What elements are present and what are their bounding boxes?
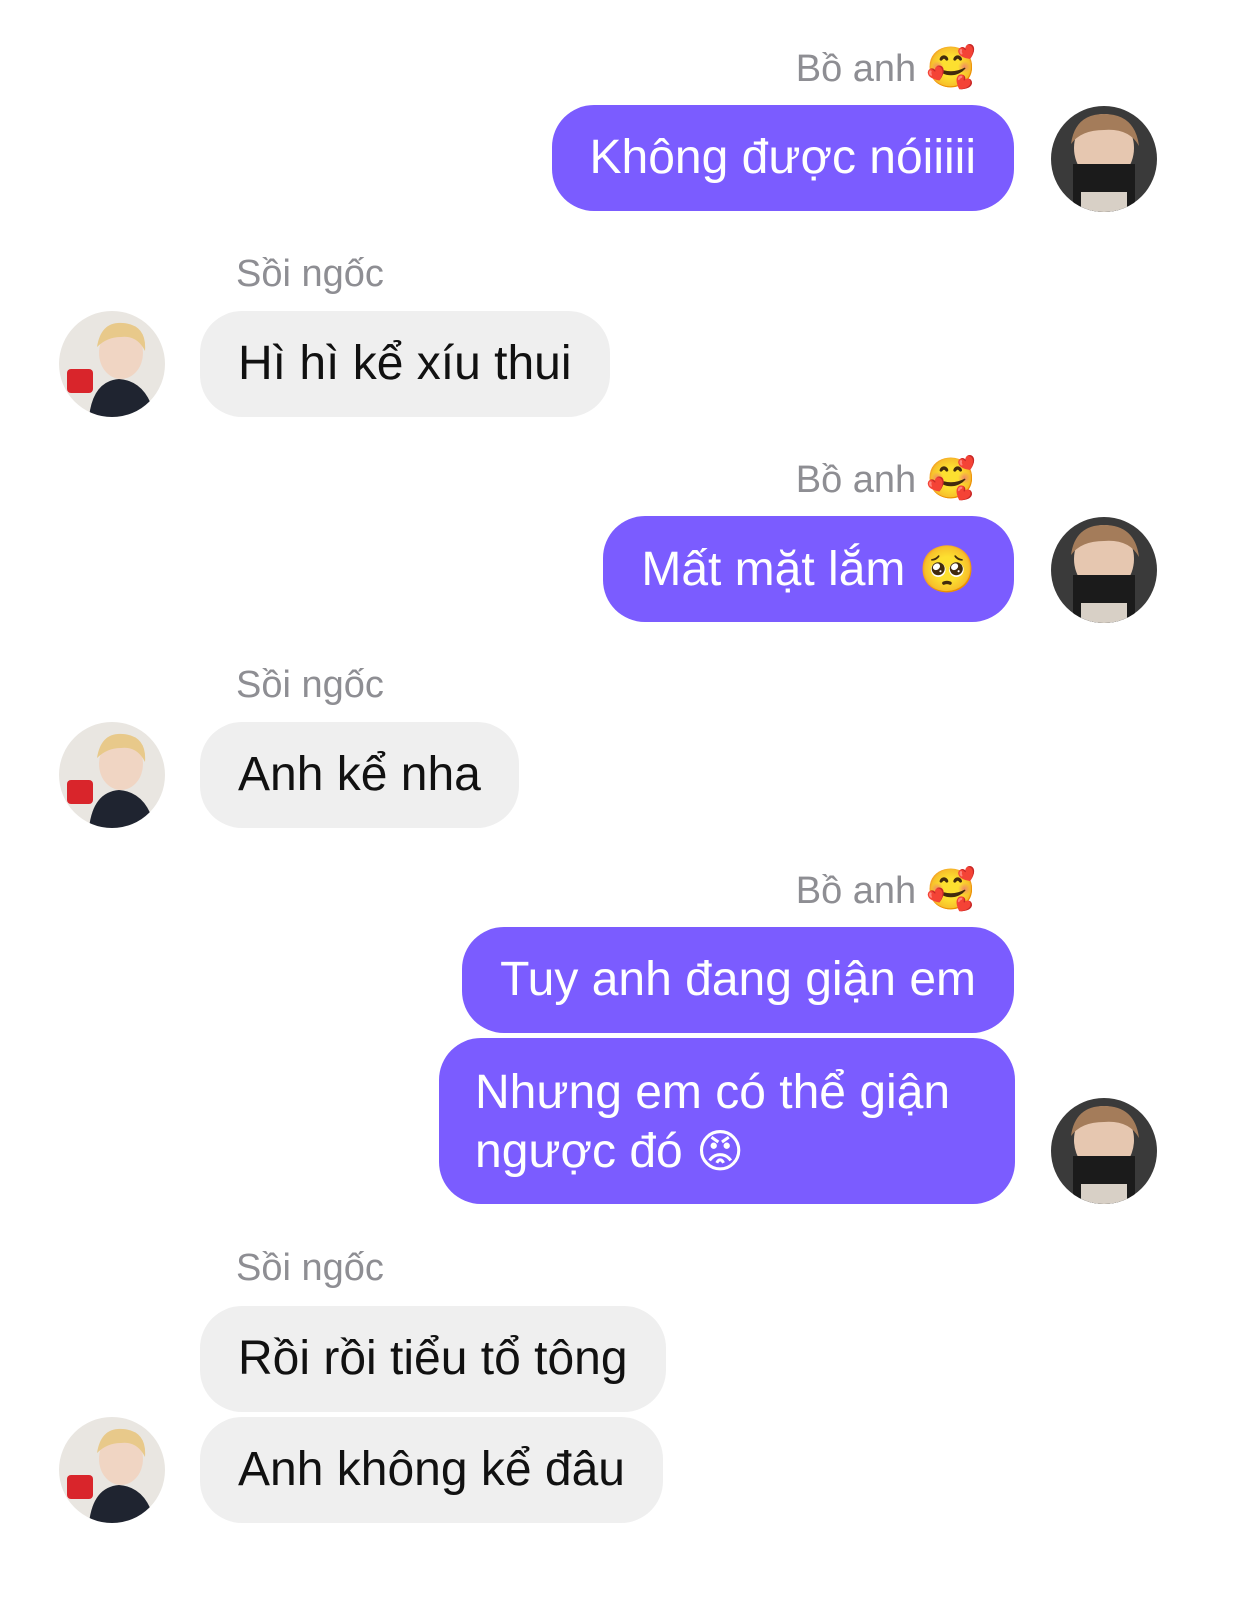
message-bubble-outgoing[interactable]: Mất mặt lắm 🥺 xyxy=(603,516,1014,622)
sender-name: Sồi ngốc xyxy=(236,663,384,707)
avatar-photo-blonde-hair-icon xyxy=(59,1417,165,1523)
chat-thread: Bồ anh 🥰 Không được nóiiiii Sồi ngốc Hì h… xyxy=(0,0,1242,1603)
sender-name: Bồ anh 🥰 xyxy=(796,457,976,502)
avatar-photo-brown-hair-icon xyxy=(1051,1098,1157,1204)
avatar-photo-blonde-hair-icon xyxy=(59,311,165,417)
sender-name: Bồ anh 🥰 xyxy=(796,868,976,913)
message-bubble-incoming[interactable]: Rồi rồi tiểu tổ tông xyxy=(200,1306,666,1412)
incoming-avatar[interactable] xyxy=(59,722,165,828)
message-bubble-incoming[interactable]: Anh kể nha xyxy=(200,722,519,828)
sender-name-text: Bồ anh xyxy=(795,870,917,912)
message-bubble-incoming[interactable]: Anh không kể đâu xyxy=(200,1417,663,1523)
message-text: Không được nóiiiii xyxy=(589,131,976,184)
message-emoji: 🥺 xyxy=(918,543,976,595)
message-text: Rồi rồi tiểu tổ tông xyxy=(238,1332,628,1385)
incoming-avatar[interactable] xyxy=(59,311,165,417)
message-text: Tuy anh đang giận em xyxy=(500,953,976,1006)
sender-name-text: Sồi ngốc xyxy=(236,664,384,706)
sender-name-text: Sồi ngốc xyxy=(236,253,384,295)
avatar-photo-brown-hair-icon xyxy=(1051,106,1157,212)
message-bubble-outgoing[interactable]: Không được nóiiiii xyxy=(551,105,1014,211)
sender-name-text: Sồi ngốc xyxy=(236,1247,384,1289)
incoming-avatar[interactable] xyxy=(59,1417,165,1523)
sender-name: Bồ anh 🥰 xyxy=(796,46,976,91)
sender-name-text: Bồ anh xyxy=(795,48,917,90)
sender-name: Sồi ngốc xyxy=(236,1246,384,1290)
message-text: Anh kể nha xyxy=(238,748,481,801)
outgoing-avatar[interactable] xyxy=(1051,106,1157,212)
outgoing-avatar[interactable] xyxy=(1051,1098,1157,1204)
sender-emoji: 🥰 xyxy=(926,868,976,912)
message-bubble-outgoing[interactable]: Nhưng em có thể giận ngược đó 😡 xyxy=(439,1038,1015,1204)
sender-name: Sồi ngốc xyxy=(236,252,384,296)
sender-name-text: Bồ anh xyxy=(795,459,917,501)
message-text: Mất mặt lắm xyxy=(641,543,906,596)
outgoing-avatar[interactable] xyxy=(1051,517,1157,623)
message-emoji: 😡 xyxy=(696,1125,745,1177)
avatar-photo-blonde-hair-icon xyxy=(59,722,165,828)
sender-emoji: 🥰 xyxy=(926,457,976,501)
avatar-photo-brown-hair-icon xyxy=(1051,517,1157,623)
message-text: Anh không kể đâu xyxy=(238,1443,625,1496)
message-text: Hì hì kể xíu thui xyxy=(238,337,572,390)
sender-emoji: 🥰 xyxy=(926,46,976,90)
message-bubble-outgoing[interactable]: Tuy anh đang giận em xyxy=(462,927,1014,1033)
message-bubble-incoming[interactable]: Hì hì kể xíu thui xyxy=(200,311,610,417)
